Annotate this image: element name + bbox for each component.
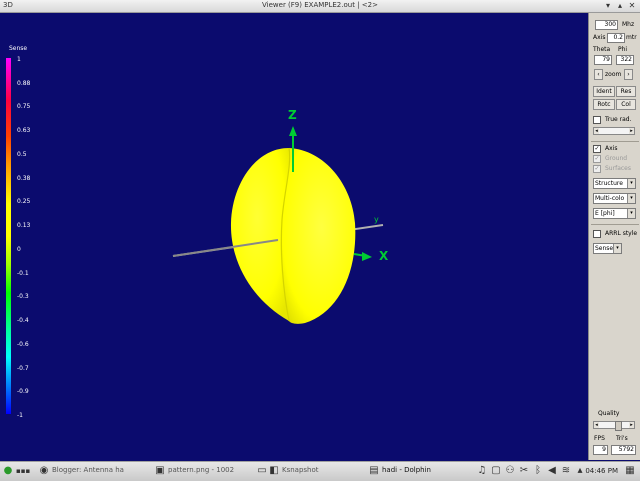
frequency-input[interactable]: 300 bbox=[595, 20, 618, 30]
structure-select-value: Structure bbox=[595, 180, 623, 187]
quality-slider-knob[interactable] bbox=[615, 421, 622, 431]
z-axis-arrow bbox=[289, 126, 297, 136]
maximize-button[interactable]: ▴ bbox=[616, 2, 624, 10]
axis-length-unit: mtr bbox=[626, 34, 637, 41]
axis-length-input[interactable]: 0.2 bbox=[607, 33, 625, 43]
z-axis-label: Z bbox=[288, 108, 297, 122]
field-component-select[interactable]: E [phi] ▾ bbox=[593, 208, 636, 219]
x-axis-label: X bbox=[379, 249, 389, 263]
camera-icon[interactable]: ◧ bbox=[268, 465, 280, 477]
pattern-lobe-right bbox=[280, 148, 356, 324]
slider-right-arrow[interactable]: ▸ bbox=[629, 128, 634, 134]
field-component-select-value: E [phi] bbox=[595, 210, 615, 217]
bluetooth-icon[interactable]: ᛒ bbox=[532, 465, 544, 477]
rotc-button[interactable]: Rotc bbox=[593, 99, 615, 110]
taskbar-item-blogger[interactable]: Blogger: Antenna ha bbox=[52, 466, 148, 474]
x-axis-arrow bbox=[362, 252, 372, 261]
y-axis-label: y bbox=[374, 215, 379, 224]
zoom-label: zoom bbox=[605, 71, 622, 78]
close-button[interactable]: ✕ bbox=[628, 2, 636, 10]
zoom-out-button[interactable]: ‹ bbox=[594, 69, 603, 80]
surfaces-checkbox[interactable]: ✓ bbox=[593, 165, 601, 173]
taskbar-item-ksnapshot[interactable]: Ksnapshot bbox=[282, 466, 354, 474]
desktop-icon[interactable]: ▦ bbox=[624, 465, 636, 477]
theta-input[interactable]: 79 bbox=[594, 55, 612, 65]
frequency-unit: Mhz bbox=[622, 21, 635, 28]
window-icon[interactable]: ▭ bbox=[256, 465, 268, 477]
fps-label: FPS bbox=[594, 435, 605, 442]
taskbar: ● ▪▪▪ ◉ Blogger: Antenna ha ▣ pattern.pn… bbox=[0, 461, 640, 481]
res-button[interactable]: Res bbox=[616, 86, 636, 97]
color-mode-select-value: Multi-colo bbox=[595, 195, 625, 202]
true-rad-label: True rad. bbox=[605, 116, 632, 123]
ground-checkbox-label: Ground bbox=[605, 155, 628, 162]
chevron-down-icon[interactable]: ▾ bbox=[613, 244, 621, 253]
network-icon[interactable]: ⚇ bbox=[504, 465, 516, 477]
chevron-down-icon[interactable]: ▾ bbox=[627, 179, 635, 188]
color-mode-select[interactable]: Multi-colo ▾ bbox=[593, 193, 636, 204]
wifi-icon[interactable]: ≋ bbox=[560, 465, 572, 477]
tris-label: Tri's bbox=[616, 435, 628, 442]
volume-icon[interactable]: ◀ bbox=[546, 465, 558, 477]
quality-label: Quality bbox=[598, 410, 620, 417]
phi-label: Phi bbox=[618, 46, 628, 53]
separator bbox=[591, 141, 639, 142]
start-menu-icon[interactable]: ● bbox=[2, 465, 14, 477]
chevron-down-icon[interactable]: ▾ bbox=[627, 209, 635, 218]
axis-checkbox-label: Axis bbox=[605, 145, 618, 152]
ground-checkbox[interactable]: ✓ bbox=[593, 155, 601, 163]
rad-slider[interactable]: ◂ ▸ bbox=[593, 127, 635, 135]
folder-icon[interactable]: ▤ bbox=[368, 465, 380, 477]
radiation-pattern-scene: Z X y bbox=[172, 108, 389, 324]
quality-right-arrow[interactable]: ▸ bbox=[629, 422, 634, 428]
axis-length-label: Axis bbox=[593, 34, 606, 41]
true-rad-checkbox[interactable] bbox=[593, 116, 601, 124]
chevron-down-icon[interactable]: ▾ bbox=[627, 194, 635, 203]
notifications-icon[interactable]: ▴ bbox=[574, 465, 586, 477]
web-icon[interactable]: ◉ bbox=[38, 465, 50, 477]
music-icon[interactable]: ♫ bbox=[476, 465, 488, 477]
phi-input[interactable]: 322 bbox=[616, 55, 634, 65]
slider-left-arrow[interactable]: ◂ bbox=[594, 128, 599, 134]
image-icon[interactable]: ▣ bbox=[154, 465, 166, 477]
clock[interactable]: 04:46 PM bbox=[585, 467, 618, 475]
clipboard-icon[interactable]: ▢ bbox=[490, 465, 502, 477]
tris-value: 5792 bbox=[611, 445, 636, 455]
tools-icon[interactable]: ✂ bbox=[518, 465, 530, 477]
col-button[interactable]: Col bbox=[616, 99, 636, 110]
taskbar-item-pattern[interactable]: pattern.png - 1002 bbox=[168, 466, 254, 474]
separator bbox=[591, 224, 639, 225]
control-panel: 300 Mhz Axis 0.2 mtr Theta Phi 79 322 ‹ … bbox=[588, 13, 640, 460]
axis-checkbox[interactable]: ✓ bbox=[593, 145, 601, 153]
zoom-in-button[interactable]: › bbox=[624, 69, 633, 80]
taskbar-item-dolphin[interactable]: hadi - Dolphin bbox=[382, 466, 462, 474]
ident-button[interactable]: Ident bbox=[593, 86, 615, 97]
structure-select[interactable]: Structure ▾ bbox=[593, 178, 636, 189]
sense-select[interactable]: Sense ▾ bbox=[593, 243, 622, 254]
desktop-pager-icon[interactable]: ▪▪▪ bbox=[16, 465, 30, 477]
surfaces-checkbox-label: Surfaces bbox=[605, 165, 631, 172]
quality-slider[interactable]: ◂ ▸ bbox=[593, 421, 635, 431]
fps-value: 9 bbox=[593, 445, 608, 455]
theta-label: Theta bbox=[593, 46, 611, 53]
sense-select-value: Sense bbox=[595, 245, 614, 252]
arrl-style-checkbox[interactable] bbox=[593, 230, 601, 238]
minimize-button[interactable]: ▾ bbox=[604, 2, 612, 10]
arrl-style-label: ARRL style bbox=[605, 230, 638, 237]
quality-left-arrow[interactable]: ◂ bbox=[594, 422, 599, 428]
